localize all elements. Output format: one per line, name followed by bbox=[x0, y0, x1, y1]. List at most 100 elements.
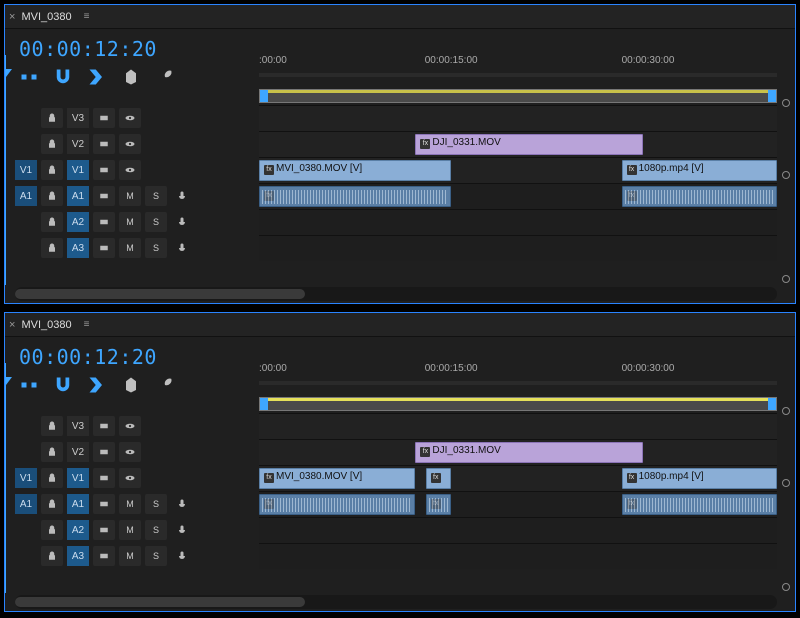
microphone-icon[interactable] bbox=[171, 212, 193, 232]
solo-button[interactable]: S bbox=[145, 186, 167, 206]
clip[interactable]: fx1080p.mp4 [V] bbox=[622, 468, 777, 489]
sync-lock-icon[interactable] bbox=[93, 468, 115, 488]
zoom-knob[interactable] bbox=[782, 275, 790, 283]
track-label[interactable]: A2 bbox=[67, 212, 89, 232]
solo-button[interactable]: S bbox=[145, 238, 167, 258]
lock-icon[interactable] bbox=[41, 108, 63, 128]
mute-button[interactable]: M bbox=[119, 186, 141, 206]
track-label[interactable]: A3 bbox=[67, 546, 89, 566]
microphone-icon[interactable] bbox=[171, 186, 193, 206]
lock-icon[interactable] bbox=[41, 416, 63, 436]
track-v3[interactable] bbox=[259, 105, 777, 131]
microphone-icon[interactable] bbox=[171, 546, 193, 566]
track-v3[interactable] bbox=[259, 413, 777, 439]
mute-button[interactable]: M bbox=[119, 238, 141, 258]
eye-icon[interactable] bbox=[119, 160, 141, 180]
track-a3[interactable] bbox=[259, 235, 777, 261]
clip[interactable]: fx bbox=[426, 468, 451, 489]
lock-icon[interactable] bbox=[41, 160, 63, 180]
tab-title[interactable]: MVI_0380 bbox=[21, 11, 71, 23]
linked-selection-icon[interactable] bbox=[87, 67, 107, 87]
lock-icon[interactable] bbox=[41, 468, 63, 488]
track-label[interactable]: V1 bbox=[67, 160, 89, 180]
horizontal-scrollbar[interactable] bbox=[15, 595, 777, 609]
eye-icon[interactable] bbox=[119, 416, 141, 436]
eye-icon[interactable] bbox=[119, 134, 141, 154]
mute-button[interactable]: M bbox=[119, 520, 141, 540]
clip[interactable]: fxDJI_0331.MOV bbox=[415, 134, 643, 155]
solo-button[interactable]: S bbox=[145, 520, 167, 540]
microphone-icon[interactable] bbox=[171, 494, 193, 514]
track-label[interactable]: A1 bbox=[67, 186, 89, 206]
zoom-knob[interactable] bbox=[782, 583, 790, 591]
source-patch[interactable]: V1 bbox=[15, 468, 37, 488]
mute-button[interactable]: M bbox=[119, 494, 141, 514]
mute-button[interactable]: M bbox=[119, 546, 141, 566]
zoom-knob[interactable] bbox=[782, 99, 790, 107]
clip-audio[interactable]: fx bbox=[622, 494, 777, 515]
sync-lock-icon[interactable] bbox=[93, 520, 115, 540]
lock-icon[interactable] bbox=[41, 520, 63, 540]
sync-lock-icon[interactable] bbox=[93, 212, 115, 232]
track-v2[interactable]: fxDJI_0331.MOV bbox=[259, 131, 777, 157]
clip[interactable]: fx1080p.mp4 [V] bbox=[622, 160, 777, 181]
source-patch[interactable]: V1 bbox=[15, 160, 37, 180]
panel-menu-icon[interactable]: ≡ bbox=[84, 319, 90, 330]
linked-selection-icon[interactable] bbox=[87, 375, 107, 395]
source-patch[interactable]: A1 bbox=[15, 186, 37, 206]
eye-icon[interactable] bbox=[119, 442, 141, 462]
sync-lock-icon[interactable] bbox=[93, 186, 115, 206]
clip[interactable]: fxMVI_0380.MOV [V] bbox=[259, 468, 415, 489]
scrollbar-thumb[interactable] bbox=[15, 597, 305, 607]
eye-icon[interactable] bbox=[119, 468, 141, 488]
track-label[interactable]: V2 bbox=[67, 134, 89, 154]
clip-audio[interactable]: fx bbox=[259, 186, 451, 207]
scrollbar-thumb[interactable] bbox=[15, 289, 305, 299]
track-a2[interactable] bbox=[259, 209, 777, 235]
close-tab-button[interactable]: × bbox=[9, 319, 15, 331]
zoom-knob[interactable] bbox=[782, 479, 790, 487]
settings-wrench-icon[interactable] bbox=[155, 375, 175, 395]
horizontal-scrollbar[interactable] bbox=[15, 287, 777, 301]
track-v2[interactable]: fxDJI_0331.MOV bbox=[259, 439, 777, 465]
solo-button[interactable]: S bbox=[145, 546, 167, 566]
tab-title[interactable]: MVI_0380 bbox=[21, 319, 71, 331]
track-label[interactable]: V3 bbox=[67, 416, 89, 436]
sync-lock-icon[interactable] bbox=[93, 160, 115, 180]
sync-lock-icon[interactable] bbox=[93, 238, 115, 258]
clip-audio[interactable]: fx bbox=[259, 494, 415, 515]
panel-menu-icon[interactable]: ≡ bbox=[84, 11, 90, 22]
track-label[interactable]: A3 bbox=[67, 238, 89, 258]
track-label[interactable]: A1 bbox=[67, 494, 89, 514]
sync-lock-icon[interactable] bbox=[93, 442, 115, 462]
sync-lock-icon[interactable] bbox=[93, 416, 115, 436]
track-v1[interactable]: fxMVI_0380.MOV [V] fx1080p.mp4 [V] bbox=[259, 157, 777, 183]
solo-button[interactable]: S bbox=[145, 212, 167, 232]
marker-icon[interactable] bbox=[121, 375, 141, 395]
microphone-icon[interactable] bbox=[171, 520, 193, 540]
lock-icon[interactable] bbox=[41, 442, 63, 462]
lock-icon[interactable] bbox=[41, 546, 63, 566]
insert-overwrite-icon[interactable] bbox=[19, 67, 39, 87]
time-ruler[interactable]: :00:00 00:00:15:00 00:00:30:00 bbox=[259, 363, 777, 381]
sync-lock-icon[interactable] bbox=[93, 546, 115, 566]
track-v1[interactable]: fxMVI_0380.MOV [V] fx fx1080p.mp4 [V] bbox=[259, 465, 777, 491]
zoom-knob[interactable] bbox=[782, 171, 790, 179]
track-label[interactable]: V3 bbox=[67, 108, 89, 128]
track-a3[interactable] bbox=[259, 543, 777, 569]
sync-lock-icon[interactable] bbox=[93, 134, 115, 154]
source-patch[interactable]: A1 bbox=[15, 494, 37, 514]
track-label[interactable]: V1 bbox=[67, 468, 89, 488]
timeline-track-area[interactable]: fxDJI_0331.MOV fxMVI_0380.MOV [V] fx fx1… bbox=[259, 413, 777, 593]
marker-icon[interactable] bbox=[121, 67, 141, 87]
sync-lock-icon[interactable] bbox=[93, 494, 115, 514]
sync-lock-icon[interactable] bbox=[93, 108, 115, 128]
clip[interactable]: fxDJI_0331.MOV bbox=[415, 442, 643, 463]
playhead-timecode[interactable]: 00:00:12:20 bbox=[19, 345, 157, 369]
time-ruler[interactable]: :00:00 00:00:15:00 00:00:30:00 bbox=[259, 55, 777, 73]
track-label[interactable]: V2 bbox=[67, 442, 89, 462]
lock-icon[interactable] bbox=[41, 212, 63, 232]
clip[interactable]: fxMVI_0380.MOV [V] bbox=[259, 160, 451, 181]
playhead[interactable] bbox=[5, 363, 6, 593]
microphone-icon[interactable] bbox=[171, 238, 193, 258]
